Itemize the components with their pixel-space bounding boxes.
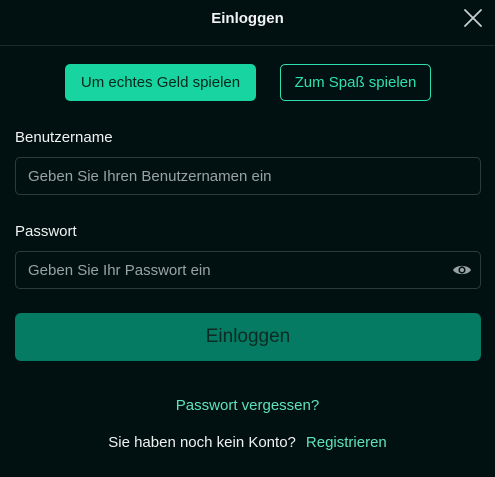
username-input[interactable] <box>16 158 480 194</box>
play-for-fun-button[interactable]: Zum Spaß spielen <box>280 64 431 101</box>
signup-prompt: Sie haben noch kein Konto? <box>108 434 296 451</box>
eye-icon[interactable] <box>452 261 472 279</box>
login-modal: Einloggen Um echtes Geld spielen Zum Spa… <box>0 0 495 477</box>
modal-header: Einloggen <box>0 0 495 46</box>
username-field-wrapper <box>15 157 481 195</box>
login-button[interactable]: Einloggen <box>15 313 481 361</box>
modal-title: Einloggen <box>211 10 284 27</box>
signup-row: Sie haben noch kein Konto? Registrieren <box>0 434 495 451</box>
forgot-password-link[interactable]: Passwort vergessen? <box>0 397 495 414</box>
real-money-button[interactable]: Um echtes Geld spielen <box>65 64 256 101</box>
close-icon[interactable] <box>463 8 483 28</box>
password-label: Passwort <box>15 223 77 240</box>
register-link[interactable]: Registrieren <box>306 434 387 451</box>
password-field-wrapper <box>15 251 481 289</box>
username-label: Benutzername <box>15 129 113 146</box>
password-input[interactable] <box>16 252 480 288</box>
